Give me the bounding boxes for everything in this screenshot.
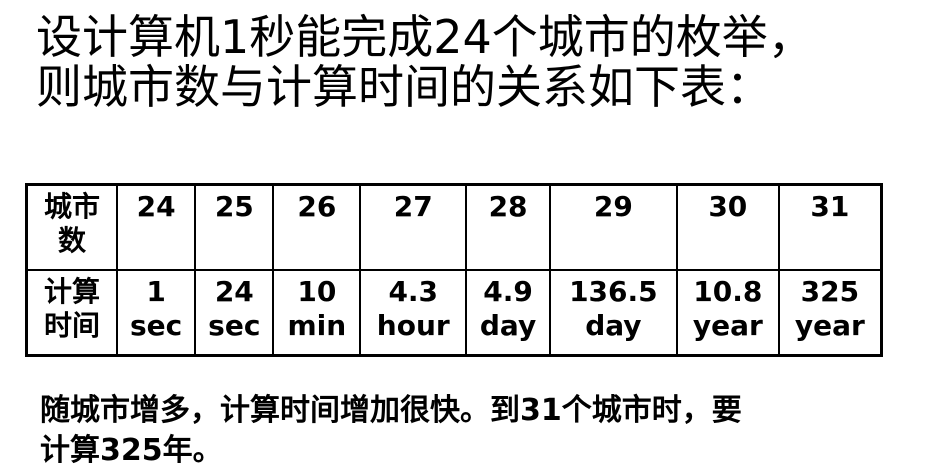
city-count-cell: 29 <box>548 183 678 271</box>
city-count-cell: 27 <box>359 183 468 271</box>
note-line-2: 计算325年。 <box>40 433 223 468</box>
time-value: 10.8 <box>693 275 763 308</box>
time-unit: min <box>287 309 347 342</box>
header-text: 城市 <box>43 190 100 223</box>
time-value: 4.3 <box>388 275 439 308</box>
city-count-cell: 30 <box>675 183 780 271</box>
compute-time-row: 计算 时间 1 sec 24 sec 10 min 4.3 hour 4.9 d… <box>25 269 883 357</box>
compute-time-cell: 4.9 day <box>465 269 551 357</box>
city-count-cell: 26 <box>272 183 362 271</box>
header-text: 数 <box>57 224 86 257</box>
time-value: 325 <box>800 275 860 308</box>
header-text: 计算 <box>43 275 100 308</box>
note-line-1: 随城市增多，计算时间增加很快。到31个城市时，要 <box>40 393 742 428</box>
time-unit: sec <box>129 309 183 342</box>
city-count-row: 城市 数 24 25 26 27 28 29 30 31 <box>25 183 883 271</box>
time-unit: day <box>585 309 642 342</box>
compute-time-cell: 10 min <box>272 269 362 357</box>
time-unit: sec <box>208 309 261 342</box>
compute-time-cell: 10.8 year <box>675 269 780 357</box>
time-value: 4.9 <box>483 275 533 308</box>
compute-time-cell: 325 year <box>777 269 883 357</box>
compute-time-cell: 136.5 day <box>548 269 678 357</box>
heading-line-2: 则城市数与计算时间的关系如下表： <box>36 60 772 114</box>
time-unit: year <box>794 309 865 342</box>
compute-time-cell: 24 sec <box>194 269 275 357</box>
city-count-cell: 31 <box>777 183 883 271</box>
city-count-cell: 24 <box>115 183 197 271</box>
time-unit: hour <box>376 309 450 342</box>
time-value: 1 <box>146 275 166 308</box>
compute-time-cell: 4.3 hour <box>359 269 468 357</box>
page-heading: 设计算机1秒能完成24个城市的枚举， 则城市数与计算时间的关系如下表： <box>36 12 814 112</box>
time-unit: year <box>692 309 763 342</box>
city-count-cell: 28 <box>465 183 551 271</box>
time-value: 24 <box>214 275 254 308</box>
time-value: 136.5 <box>569 275 658 308</box>
time-value: 10 <box>297 275 337 308</box>
summary-note: 随城市增多，计算时间增加很快。到31个城市时，要 计算325年。 <box>40 391 920 471</box>
compute-time-cell: 1 sec <box>115 269 197 357</box>
city-count-header: 城市 数 <box>25 183 118 271</box>
time-unit: day <box>479 309 537 342</box>
city-count-cell: 25 <box>194 183 275 271</box>
heading-line-1: 设计算机1秒能完成24个城市的枚举， <box>36 10 814 64</box>
compute-time-header: 计算 时间 <box>25 269 118 357</box>
header-text: 时间 <box>43 309 100 342</box>
city-time-table: 城市 数 24 25 26 27 28 29 30 31 计算 时间 1 sec… <box>25 183 883 357</box>
